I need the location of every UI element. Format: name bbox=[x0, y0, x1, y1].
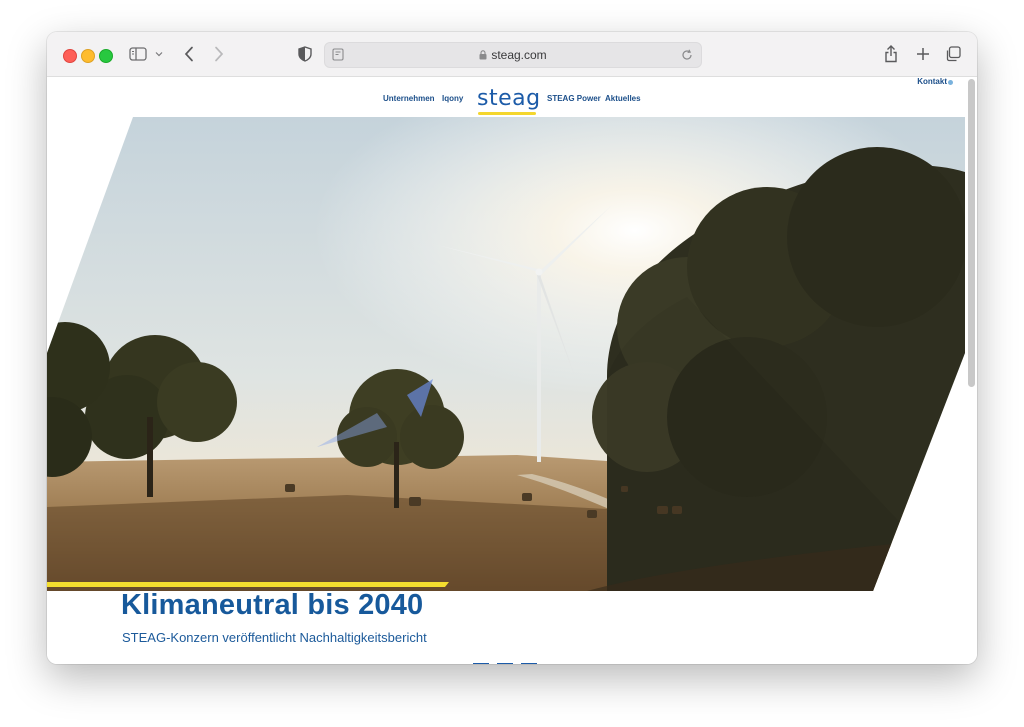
carousel-indicators bbox=[473, 663, 543, 664]
browser-toolbar: steag.com bbox=[47, 32, 977, 77]
hero-subline[interactable]: STEAG-Konzern veröffentlicht Nachhaltigk… bbox=[122, 630, 427, 645]
minimize-window-button[interactable] bbox=[81, 49, 95, 63]
carousel-dot[interactable] bbox=[473, 663, 489, 664]
zoom-window-button[interactable] bbox=[99, 49, 113, 63]
lock-icon bbox=[479, 44, 487, 68]
close-window-button[interactable] bbox=[63, 49, 77, 63]
carousel-dot[interactable] bbox=[521, 663, 537, 664]
url-text: steag.com bbox=[491, 48, 547, 62]
chevron-down-icon[interactable] bbox=[153, 43, 165, 65]
contact-link[interactable]: Kontakt bbox=[917, 77, 947, 86]
nav-item-unternehmen[interactable]: Unternehmen bbox=[383, 94, 435, 103]
reload-icon[interactable] bbox=[681, 48, 693, 66]
tab-overview-icon[interactable] bbox=[943, 43, 963, 65]
address-bar[interactable]: steag.com bbox=[324, 42, 702, 68]
wind-turbine-landscape-image bbox=[47, 117, 965, 591]
forward-icon[interactable] bbox=[209, 43, 229, 65]
steag-logo[interactable]: steag bbox=[477, 86, 541, 111]
scrollbar-thumb[interactable] bbox=[968, 79, 975, 387]
nav-item-iqony[interactable]: Iqony bbox=[442, 94, 463, 103]
carousel-dot[interactable] bbox=[497, 663, 513, 664]
page-scrollbar[interactable] bbox=[968, 79, 975, 664]
browser-window: steag.com Unternehmen Iqony steag STEAG … bbox=[47, 32, 977, 664]
sidebar-toggle-icon[interactable] bbox=[127, 43, 149, 65]
hero-headline[interactable]: Klimaneutral bis 2040 bbox=[121, 589, 423, 622]
nav-item-aktuelles[interactable]: Aktuelles bbox=[605, 94, 641, 103]
web-page: Unternehmen Iqony steag STEAG Power Aktu… bbox=[47, 77, 977, 664]
nav-item-steag-power[interactable]: STEAG Power bbox=[547, 94, 601, 103]
logo-underline bbox=[478, 112, 536, 115]
accent-bar bbox=[47, 582, 449, 587]
privacy-shield-icon[interactable] bbox=[295, 43, 315, 65]
back-icon[interactable] bbox=[179, 43, 199, 65]
contact-dot-icon bbox=[948, 80, 953, 85]
share-icon[interactable] bbox=[881, 43, 901, 65]
main-navigation: Unternehmen Iqony steag STEAG Power Aktu… bbox=[47, 86, 965, 115]
new-tab-icon[interactable] bbox=[913, 43, 933, 65]
